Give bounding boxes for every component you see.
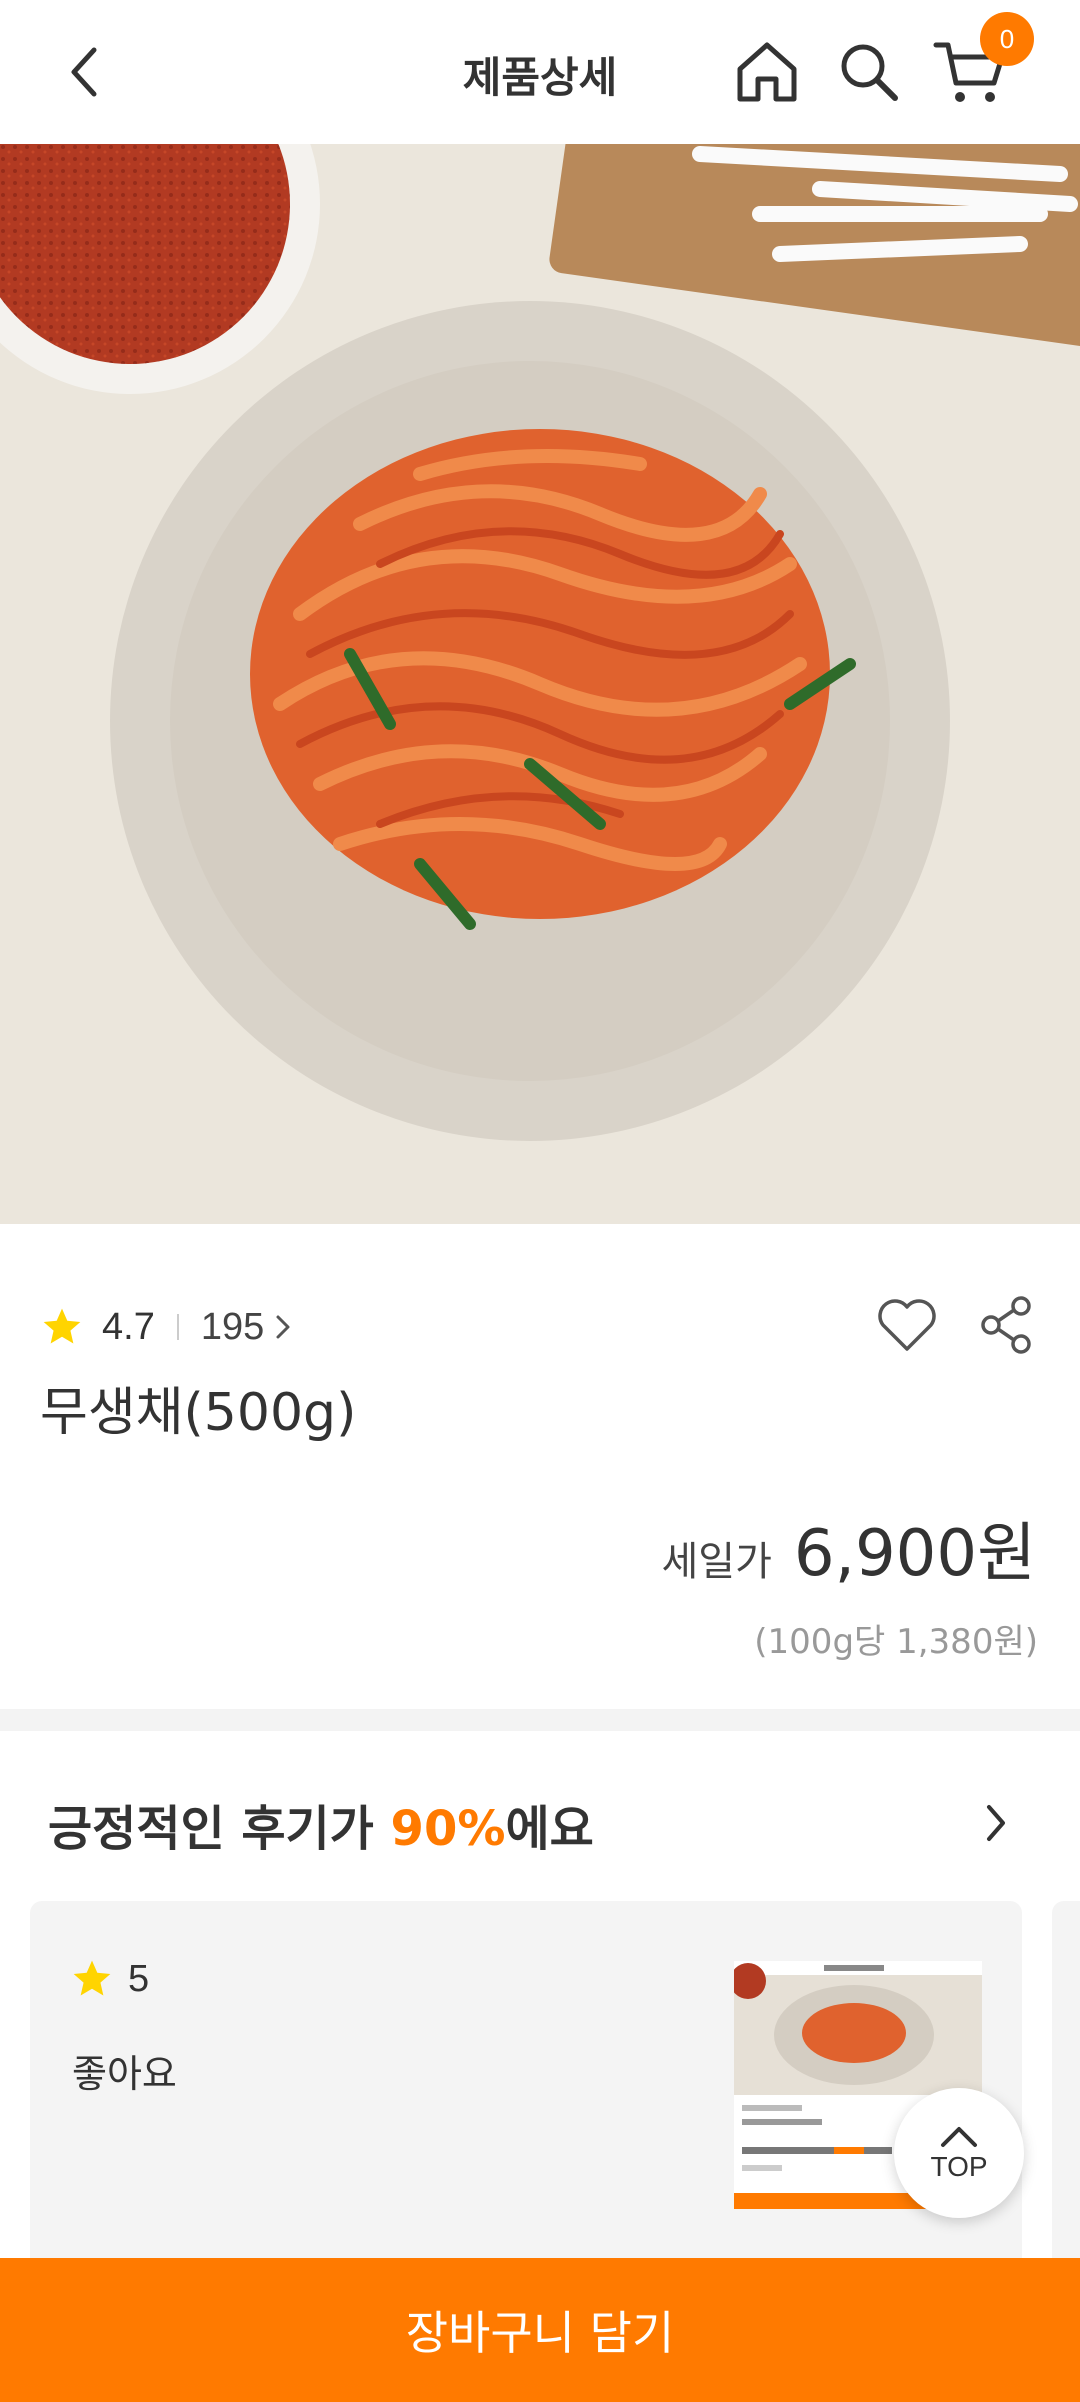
review-score: 5 <box>128 1957 150 2000</box>
home-button[interactable] <box>725 30 809 114</box>
app-header: 제품상세 0 <box>0 0 1080 144</box>
product-info: 4.7 195 무생채(500g) 세일가 6,900원 (100g당 1,38… <box>0 1224 1080 1709</box>
search-button[interactable] <box>827 30 911 114</box>
review-card-next[interactable] <box>1052 1901 1080 2291</box>
add-to-cart-button[interactable]: 장바구니 담기 <box>0 2258 1080 2402</box>
price-label: 세일가 <box>661 1539 772 1585</box>
reviews-more-button[interactable] <box>966 1793 1026 1853</box>
price-value: 6,900원 <box>793 1517 1036 1591</box>
product-name: 무생채(500g) <box>40 1383 357 1443</box>
scroll-top-label: TOP <box>930 2151 988 2182</box>
unit-price: (100g당 1,380원) <box>754 1622 1038 1662</box>
section-divider <box>0 1709 1080 1731</box>
chevron-right-icon <box>276 1315 290 1339</box>
rating-divider <box>176 1314 179 1340</box>
review-card[interactable]: 5 좋아요 <box>30 1901 1022 2291</box>
page-title: 제품상세 <box>462 53 618 102</box>
review-rating: 5 <box>70 1957 149 2001</box>
wishlist-button[interactable] <box>872 1290 942 1360</box>
home-icon <box>737 42 797 102</box>
review-count-link[interactable]: 195 <box>201 1306 296 1349</box>
chevron-right-icon <box>987 1805 1005 1841</box>
cart-count-badge: 0 <box>980 12 1034 66</box>
rating-value: 4.7 <box>102 1305 155 1348</box>
scroll-top-button[interactable]: TOP <box>894 2088 1024 2218</box>
product-image <box>0 144 1080 1224</box>
star-icon <box>43 1308 81 1344</box>
reviews-title-percent: 90% <box>390 1801 506 1857</box>
reviews-title-prefix: 긍정적인 후기가 <box>48 1801 391 1857</box>
share-icon <box>981 1296 1031 1354</box>
review-count: 195 <box>200 1305 265 1348</box>
star-icon <box>73 1960 111 1996</box>
review-text: 좋아요 <box>72 2052 177 2096</box>
rating-row: 4.7 195 <box>40 1302 296 1352</box>
share-button[interactable] <box>972 1290 1042 1360</box>
reviews-title[interactable]: 긍정적인 후기가 90%에요 <box>48 1789 594 1859</box>
chevron-up-icon <box>941 2127 977 2147</box>
price-row: 세일가 6,900원 <box>661 1502 1036 1594</box>
reviews-title-suffix: 에요 <box>505 1801 594 1857</box>
heart-icon <box>878 1299 936 1351</box>
search-icon <box>841 44 898 101</box>
